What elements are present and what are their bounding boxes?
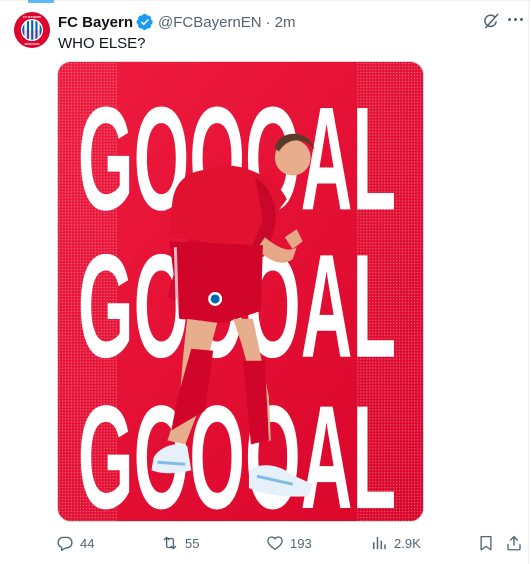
poster-line-3: GOOOAL — [78, 376, 396, 521]
tweet-text: WHO ELSE? — [58, 35, 146, 52]
bookmark-icon — [480, 535, 492, 551]
like-button[interactable]: 193 — [266, 532, 312, 554]
tweet-header: FC Bayern @FCBayernEN · 2m — [58, 12, 295, 32]
grok-icon[interactable] — [482, 12, 500, 30]
action-bar: 44 55 193 2.9K — [0, 532, 531, 554]
reply-icon — [57, 536, 73, 551]
author-name[interactable]: FC Bayern — [58, 14, 133, 31]
reply-button[interactable]: 44 — [56, 532, 94, 554]
views-icon — [373, 537, 386, 549]
reply-count: 44 — [80, 535, 95, 551]
more-icon[interactable] — [508, 18, 526, 24]
author-handle[interactable]: @FCBayernEN — [158, 14, 262, 31]
svg-text:FC BAYERN: FC BAYERN — [23, 15, 41, 19]
like-icon — [267, 536, 283, 551]
fc-bayern-logo-icon: FC BAYERN MÜNCHEN — [15, 13, 49, 47]
views-count: 2.9K — [394, 535, 421, 551]
verified-badge-icon[interactable] — [136, 13, 154, 31]
bookmark-button[interactable] — [477, 532, 495, 554]
tweet-image[interactable]: GOOOAL GOOOAL GOOOAL — [57, 61, 424, 522]
svg-text:MÜNCHEN: MÜNCHEN — [25, 41, 40, 46]
share-icon — [507, 535, 521, 551]
goal-poster-image: GOOOAL GOOOAL GOOOAL — [58, 62, 423, 521]
timestamp[interactable]: 2m — [275, 14, 296, 31]
views-button[interactable]: 2.9K — [370, 532, 421, 554]
tweet[interactable]: FC BAYERN MÜNCHEN FC Bayern @FCBayernEN … — [0, 0, 531, 564]
separator-dot: · — [265, 13, 271, 31]
avatar[interactable]: FC BAYERN MÜNCHEN — [14, 12, 50, 48]
share-button[interactable] — [505, 532, 523, 554]
repost-count: 55 — [185, 535, 200, 551]
like-count: 193 — [290, 535, 312, 551]
repost-icon — [163, 536, 177, 550]
repost-button[interactable]: 55 — [161, 532, 199, 554]
